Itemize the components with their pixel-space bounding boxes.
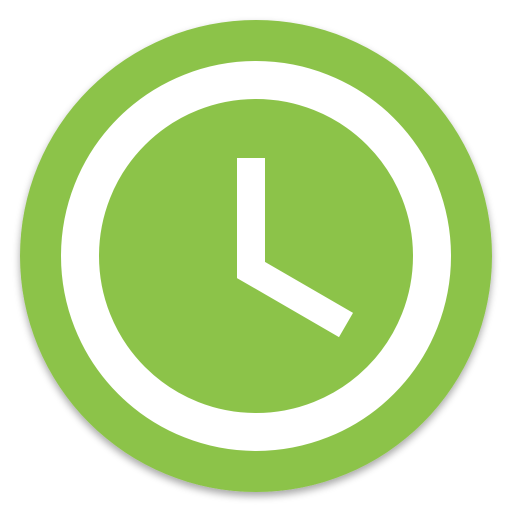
app-icon	[0, 0, 512, 512]
clock-icon	[20, 20, 492, 492]
